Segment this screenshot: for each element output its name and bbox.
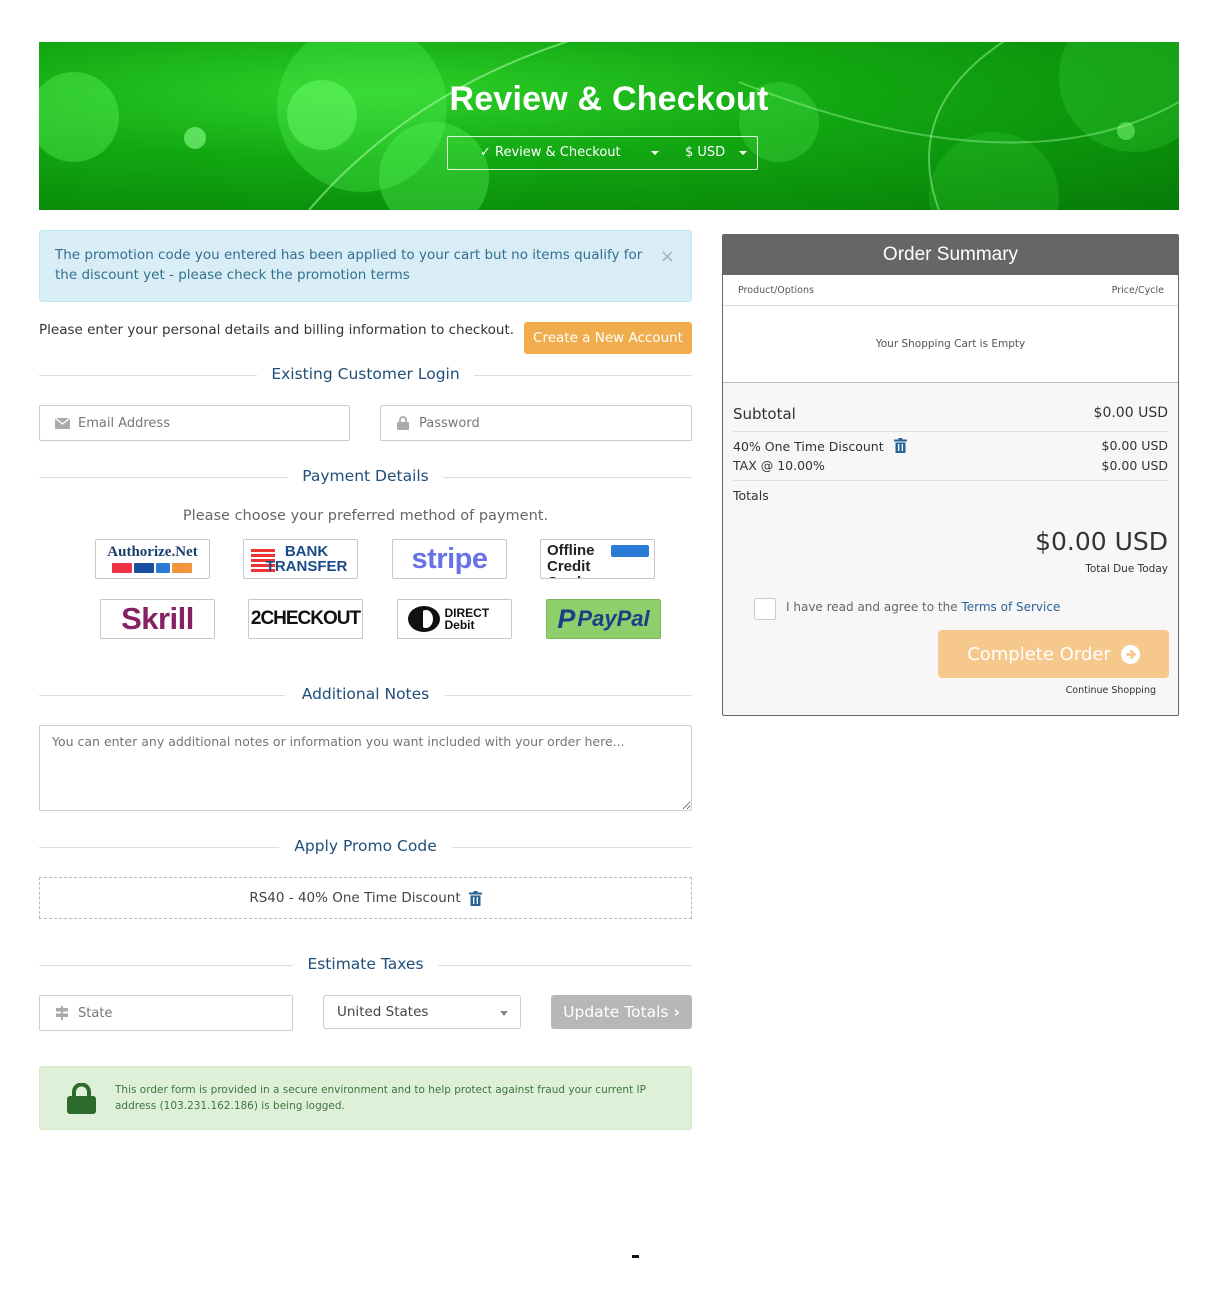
- chevron-down-icon: [650, 150, 659, 155]
- additional-notes-textarea[interactable]: [39, 725, 692, 811]
- 2checkout-logo: 2CHECKOUT: [250, 608, 361, 629]
- currency-label: $ USD: [685, 145, 726, 160]
- email-field[interactable]: Email Address: [39, 405, 350, 441]
- subtotal-value: $0.00 USD: [1093, 405, 1168, 421]
- trash-icon[interactable]: [468, 890, 482, 906]
- promo-section-heading: Apply Promo Code: [39, 837, 692, 857]
- column-product: Product/Options: [738, 285, 814, 296]
- lock-icon: [395, 416, 411, 430]
- payment-offline-credit-card[interactable]: Offline Credit Card: [540, 539, 655, 579]
- skrill-logo: Skrill: [121, 601, 194, 636]
- terms-checkbox[interactable]: [754, 598, 776, 620]
- direct-debit-logo: DIRECT Debit: [407, 605, 503, 633]
- page-banner: Review & Checkout ✓ Review & Checkout $ …: [39, 42, 1179, 210]
- signpost-icon: [54, 1006, 70, 1020]
- applied-promo-text: RS40 - 40% One Time Discount: [249, 890, 461, 906]
- column-price: Price/Cycle: [1111, 285, 1164, 296]
- payment-section-heading: Payment Details: [39, 467, 692, 487]
- notes-heading: Additional Notes: [287, 685, 444, 703]
- payment-heading: Payment Details: [288, 467, 443, 485]
- bank-transfer-logo: BANK TRANSFER: [244, 540, 357, 578]
- payment-paypal[interactable]: P PayPal: [546, 599, 661, 639]
- paypal-logo: P PayPal: [557, 603, 650, 634]
- payment-stripe[interactable]: stripe: [392, 539, 507, 579]
- state-field[interactable]: State: [39, 995, 293, 1031]
- state-placeholder: State: [78, 1005, 113, 1021]
- close-icon[interactable]: ×: [660, 247, 675, 267]
- order-summary: Order Summary Product/Options Price/Cycl…: [722, 234, 1179, 716]
- create-account-button[interactable]: Create a New Account: [524, 322, 692, 354]
- chevron-down-icon: [739, 150, 748, 155]
- taxes-section-heading: Estimate Taxes: [39, 955, 692, 975]
- login-heading: Existing Customer Login: [257, 365, 474, 383]
- terms-of-service-link[interactable]: Terms of Service: [961, 600, 1060, 614]
- page-title: Review & Checkout: [449, 80, 769, 118]
- chevron-down-icon: [500, 1011, 508, 1016]
- email-placeholder: Email Address: [78, 415, 170, 431]
- tax-label: TAX @ 10.00%: [733, 458, 825, 473]
- login-section-heading: Existing Customer Login: [39, 365, 692, 385]
- arrow-circle-right-icon: [1120, 644, 1140, 664]
- payment-skrill[interactable]: Skrill: [100, 599, 215, 639]
- tax-row: TAX @ 10.00% $0.00 USD: [733, 458, 1168, 473]
- secure-notice: This order form is provided in a secure …: [39, 1066, 692, 1130]
- trash-icon[interactable]: [893, 438, 907, 456]
- envelope-icon: [54, 416, 70, 430]
- banner-nav: ✓ Review & Checkout $ USD: [447, 136, 758, 170]
- applied-promo-code: RS40 - 40% One Time Discount: [39, 877, 692, 919]
- subtotal-row: Subtotal $0.00 USD: [733, 405, 1168, 423]
- banner-decoration: [308, 42, 1179, 210]
- country-select[interactable]: United States: [323, 995, 521, 1029]
- total-due-value: $0.00 USD: [1035, 527, 1168, 556]
- payment-bank-transfer[interactable]: BANK TRANSFER: [243, 539, 358, 579]
- empty-cart-message: Your Shopping Cart is Empty: [723, 306, 1178, 383]
- taxes-heading: Estimate Taxes: [293, 955, 438, 973]
- checkout-step-dropdown[interactable]: ✓ Review & Checkout: [480, 145, 659, 160]
- totals-label: Totals: [733, 488, 769, 503]
- payment-subtitle: Please choose your preferred method of p…: [182, 508, 549, 524]
- promo-heading: Apply Promo Code: [280, 837, 451, 855]
- totals-row: Totals: [733, 488, 1168, 503]
- update-totals-label: Update Totals: [563, 1003, 669, 1021]
- payment-direct-debit[interactable]: DIRECT Debit: [397, 599, 512, 639]
- checkout-intro: Please enter your personal details and b…: [39, 322, 515, 338]
- password-field[interactable]: Password: [380, 405, 692, 441]
- discount-row: 40% One Time Discount $0.00 USD: [733, 438, 1168, 456]
- complete-order-button[interactable]: Complete Order: [938, 630, 1169, 678]
- terms-text: I have read and agree to the Terms of Se…: [786, 600, 1061, 614]
- complete-order-label: Complete Order: [967, 643, 1111, 665]
- stray-mark: [632, 1255, 639, 1258]
- total-due-caption: Total Due Today: [1085, 563, 1168, 575]
- currency-dropdown[interactable]: $ USD: [685, 145, 748, 160]
- discount-value: $0.00 USD: [1101, 438, 1168, 453]
- password-placeholder: Password: [419, 415, 480, 431]
- padlock-icon: [67, 1083, 96, 1114]
- promo-alert: The promotion code you entered has been …: [39, 230, 692, 302]
- notes-section-heading: Additional Notes: [39, 685, 692, 705]
- order-summary-columns: Product/Options Price/Cycle: [723, 275, 1178, 306]
- order-summary-title: Order Summary: [723, 235, 1178, 275]
- update-totals-button[interactable]: Update Totals ›: [551, 995, 692, 1029]
- stripe-logo: stripe: [411, 542, 488, 575]
- country-value: United States: [337, 1004, 429, 1020]
- subtotal-label: Subtotal: [733, 405, 796, 423]
- payment-authorize-net[interactable]: Authorize.Net: [95, 539, 210, 579]
- secure-notice-text: This order form is provided in a secure …: [115, 1084, 646, 1112]
- checkout-step-label: ✓ Review & Checkout: [480, 145, 621, 160]
- offline-credit-card-logo: Offline Credit Card: [541, 540, 654, 578]
- promo-alert-text: The promotion code you entered has been …: [55, 247, 643, 283]
- authorize-net-logo: Authorize.Net: [107, 545, 198, 573]
- payment-2checkout[interactable]: 2CHECKOUT: [248, 599, 363, 639]
- continue-shopping-link[interactable]: Continue Shopping: [1066, 685, 1156, 696]
- chevron-right-icon: ›: [673, 1003, 680, 1021]
- tax-value: $0.00 USD: [1101, 458, 1168, 473]
- discount-label: 40% One Time Discount: [733, 439, 884, 454]
